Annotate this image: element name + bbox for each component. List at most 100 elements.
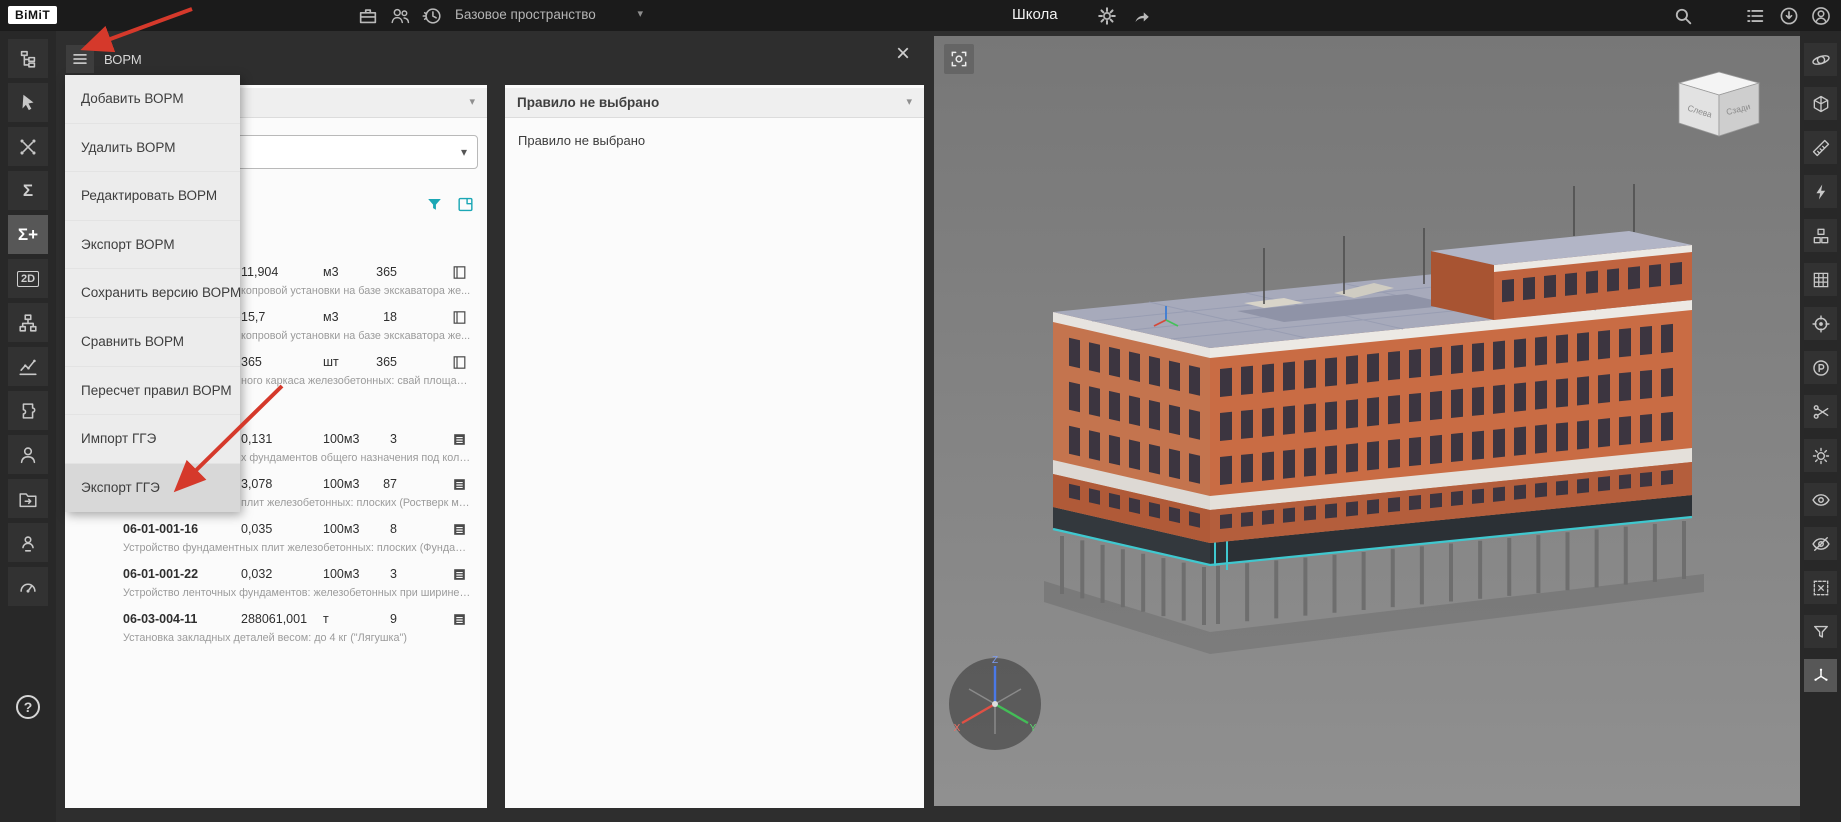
- workspace-select[interactable]: Базовое пространство ▾: [455, 7, 643, 22]
- row-count: 3: [361, 567, 397, 581]
- vorm-filter-row: [425, 195, 475, 214]
- card-grid-icon[interactable]: [451, 611, 468, 628]
- grid-tool[interactable]: [1804, 263, 1837, 296]
- 2d-view-tool[interactable]: 2D: [8, 259, 48, 298]
- dashboard-tool[interactable]: [8, 567, 48, 606]
- viewport-3d[interactable]: Слева Сзади Z X Y: [934, 36, 1800, 806]
- focus-tool[interactable]: [1804, 307, 1837, 340]
- menu-item[interactable]: Экспорт ГГЭ: [65, 464, 240, 513]
- projects-icon[interactable]: [357, 5, 379, 27]
- row-code: 06-03-004-11: [123, 612, 197, 626]
- rule-panel-header[interactable]: Правило не выбрано ▾: [505, 88, 924, 118]
- row-code: 06-01-001-22: [123, 567, 198, 581]
- menu-item[interactable]: Экспорт ВОРМ: [65, 221, 240, 270]
- charts-tool[interactable]: [8, 347, 48, 386]
- workspace-label: Базовое пространство: [455, 7, 596, 22]
- card-grid-icon[interactable]: [451, 431, 468, 448]
- chevron-down-icon: ▾: [469, 97, 475, 108]
- card-grid-icon[interactable]: [451, 521, 468, 538]
- row-code: 06-01-001-16: [123, 522, 198, 536]
- card-view-icon[interactable]: [456, 195, 475, 214]
- row-description: Устройство фундаментных плит железобетон…: [123, 542, 473, 554]
- row-count: 87: [361, 477, 397, 491]
- chevron-down-icon: ▾: [637, 9, 643, 20]
- sum-plus-tool[interactable]: Σ+: [8, 215, 48, 254]
- menu-item[interactable]: Редактировать ВОРМ: [65, 172, 240, 221]
- filter-tool[interactable]: [1804, 615, 1837, 648]
- row-unit: м3: [323, 310, 339, 324]
- app-logo: BiMiT: [8, 6, 57, 24]
- row-description: копровой установки на базе экскаватора ж…: [241, 330, 473, 342]
- show-tool[interactable]: [1804, 483, 1837, 516]
- properties-tool[interactable]: [1804, 351, 1837, 384]
- help-label: ?: [16, 695, 40, 719]
- rule-panel: Правило не выбрано ▾ Правило не выбрано: [505, 85, 924, 808]
- measure-tool[interactable]: [1804, 131, 1837, 164]
- settings-gear-icon[interactable]: [1096, 5, 1118, 27]
- menu-item[interactable]: Импорт ГГЭ: [65, 415, 240, 464]
- card-flag-icon[interactable]: [451, 309, 468, 326]
- clash-tool[interactable]: [1804, 175, 1837, 208]
- axis-x-label: X: [954, 723, 961, 734]
- hide-tool[interactable]: [1804, 527, 1837, 560]
- list-menu-icon[interactable]: [1744, 5, 1766, 27]
- connections-tool[interactable]: [8, 127, 48, 166]
- card-grid-icon[interactable]: [451, 566, 468, 583]
- model-tree-tool[interactable]: [8, 39, 48, 78]
- axis-z-label: Z: [992, 655, 998, 666]
- lighting-tool[interactable]: [1804, 439, 1837, 472]
- row-quantity: 15,7: [241, 310, 265, 324]
- row-quantity: 11,904: [241, 265, 278, 279]
- view-cube[interactable]: Слева Сзади: [1679, 72, 1759, 136]
- section-box-tool[interactable]: [1804, 87, 1837, 120]
- history-icon[interactable]: [421, 5, 443, 27]
- filter-funnel-icon[interactable]: [425, 195, 444, 214]
- vorm-row[interactable]: 06-01-001-220,032100м33Устройство ленточ…: [65, 564, 487, 609]
- structure-tool[interactable]: [8, 303, 48, 342]
- user-location-tool[interactable]: [8, 523, 48, 562]
- row-description: копровой установки на базе экскаватора ж…: [241, 285, 473, 297]
- isolate-tool[interactable]: [1804, 571, 1837, 604]
- row-count: 365: [361, 355, 397, 369]
- row-unit: 100м3: [323, 522, 359, 536]
- row-unit: 100м3: [323, 477, 359, 491]
- section-cut-tool[interactable]: [1804, 395, 1837, 428]
- sum-tool[interactable]: Σ: [8, 171, 48, 210]
- vorm-menu-button[interactable]: [66, 45, 94, 73]
- assemblies-tool[interactable]: [1804, 219, 1837, 252]
- row-count: 3: [361, 432, 397, 446]
- vorm-window-title: ВОРМ: [104, 52, 142, 67]
- menu-item[interactable]: Добавить ВОРМ: [65, 75, 240, 124]
- viewport-focus-button[interactable]: [944, 44, 974, 74]
- pin-select-tool[interactable]: [8, 83, 48, 122]
- rule-header-label: Правило не выбрано: [517, 95, 659, 110]
- share-icon[interactable]: [1130, 5, 1152, 27]
- gizmo-tool[interactable]: [1804, 659, 1837, 692]
- row-description: Установка закладных деталей весом: до 4 …: [123, 632, 473, 644]
- team-icon[interactable]: [389, 5, 411, 27]
- row-quantity: 365: [241, 355, 262, 369]
- card-flag-icon[interactable]: [451, 264, 468, 281]
- search-icon[interactable]: [1672, 5, 1694, 27]
- card-flag-icon[interactable]: [451, 354, 468, 371]
- left-toolbar: Σ Σ+ 2D?: [0, 31, 56, 822]
- close-icon[interactable]: ×: [896, 42, 910, 66]
- vorm-menu: Добавить ВОРМУдалить ВОРМРедактировать В…: [65, 75, 240, 512]
- menu-item[interactable]: Сравнить ВОРМ: [65, 318, 240, 367]
- row-count: 365: [361, 265, 397, 279]
- plugins-tool[interactable]: [8, 391, 48, 430]
- menu-item[interactable]: Пересчет правил ВОРМ: [65, 367, 240, 416]
- vorm-row[interactable]: 06-03-004-11288061,001т9Установка заклад…: [65, 609, 487, 654]
- row-count: 9: [361, 612, 397, 626]
- user-avatar[interactable]: [1810, 5, 1832, 27]
- card-grid-icon[interactable]: [451, 476, 468, 493]
- help-button[interactable]: ?: [8, 687, 48, 726]
- menu-item[interactable]: Удалить ВОРМ: [65, 124, 240, 173]
- user-tool[interactable]: [8, 435, 48, 474]
- menu-item[interactable]: Сохранить версию ВОРМ: [65, 269, 240, 318]
- vorm-row[interactable]: 06-01-001-160,035100м38Устройство фундам…: [65, 519, 487, 564]
- row-description: Устройство ленточных фундаментов: железо…: [123, 587, 473, 599]
- shared-folder-tool[interactable]: [8, 479, 48, 518]
- sync-icon[interactable]: [1778, 5, 1800, 27]
- orbit-tool[interactable]: [1804, 43, 1837, 76]
